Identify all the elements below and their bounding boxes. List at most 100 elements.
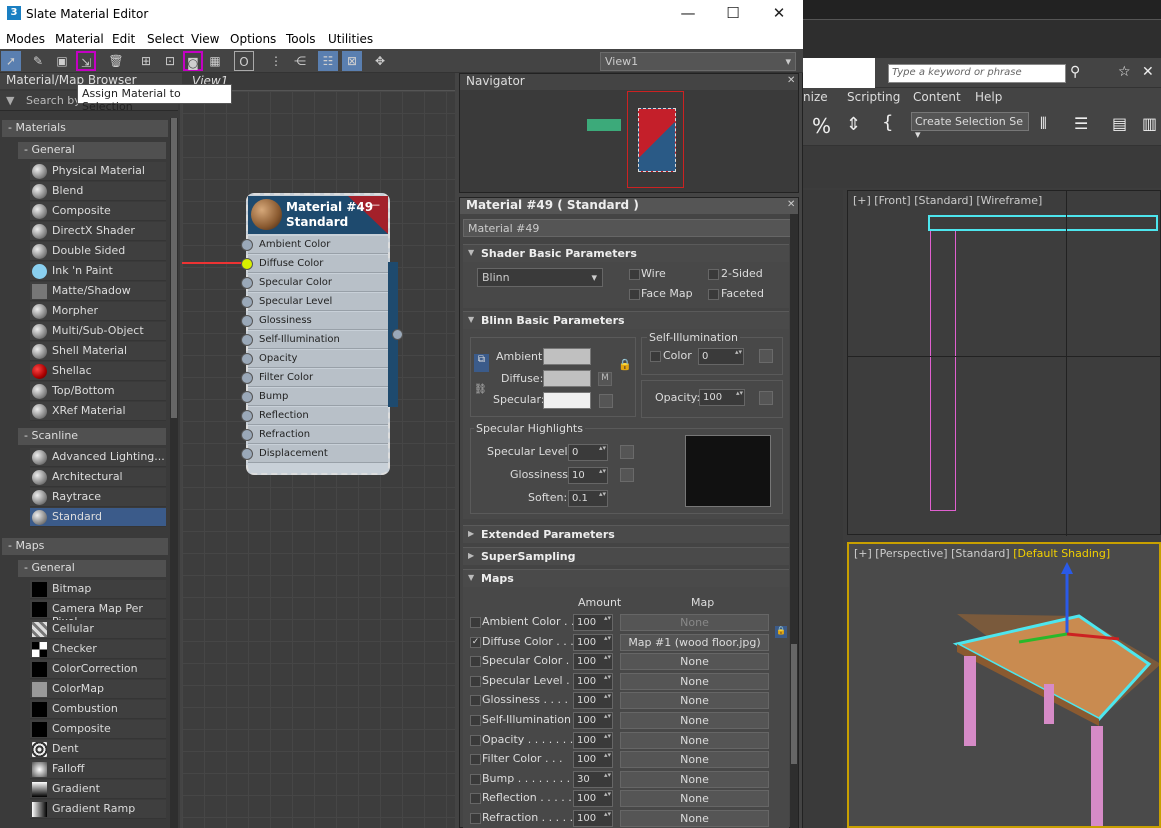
chevron-down-icon[interactable]: ▼ — [6, 94, 14, 107]
parameter-editor-icon[interactable]: ⊠ — [342, 51, 362, 71]
input-socket[interactable] — [241, 334, 253, 346]
show-shaded-material-icon[interactable]: ◙ — [183, 51, 203, 71]
browser-item[interactable]: Shell Material — [30, 342, 166, 361]
map-amount-spinner[interactable]: 100 — [573, 731, 613, 749]
binoculars-icon[interactable]: ⚲ — [1070, 64, 1080, 80]
map-amount-spinner[interactable]: 100 — [573, 672, 613, 690]
collapse-icon[interactable]: — — [369, 198, 380, 211]
padlock-icon[interactable]: 🔒 — [618, 358, 632, 371]
map-slot-button[interactable]: None — [620, 653, 769, 671]
specular-color-swatch[interactable] — [543, 392, 591, 409]
node-slot[interactable]: Diffuse Color — [248, 255, 388, 273]
map-amount-spinner[interactable]: 100 — [573, 614, 613, 631]
map-slot-button[interactable]: Map #1 (wood floor.jpg) — [620, 633, 769, 651]
materials-group-header[interactable]: - Materials — [2, 120, 168, 137]
diffuse-map-button[interactable]: M — [598, 372, 612, 386]
menu-item[interactable]: nize — [803, 90, 828, 104]
map-enable-checkbox[interactable] — [470, 734, 481, 746]
glossiness-spinner[interactable]: 10 — [568, 467, 608, 484]
ambient-color-swatch[interactable] — [543, 348, 591, 365]
map-slot-button[interactable]: None — [620, 672, 769, 690]
input-socket[interactable] — [241, 258, 253, 270]
node-slot[interactable]: Glossiness — [248, 312, 388, 330]
maps-rollout-header[interactable]: ▼ Maps — [463, 569, 789, 587]
map-enable-checkbox[interactable] — [470, 773, 481, 785]
maps-lock-icon[interactable]: 🔒 — [775, 626, 787, 638]
menu-modes[interactable]: Modes — [6, 32, 45, 46]
perspective-viewport[interactable]: [+] [Perspective] [Standard] [Default Sh… — [847, 542, 1161, 828]
browser-item[interactable]: Advanced Lighting... — [30, 448, 166, 467]
browser-item[interactable]: DirectX Shader — [30, 222, 166, 241]
shader-type-dropdown[interactable]: Blinn ▾ — [477, 268, 603, 287]
menu-select[interactable]: Select — [147, 32, 184, 46]
faceted-checkbox[interactable] — [708, 289, 719, 300]
close-window-icon[interactable]: ✕ — [756, 2, 802, 26]
map-amount-spinner[interactable]: 100 — [573, 751, 613, 769]
minimize-icon[interactable]: — — [665, 2, 711, 26]
browser-item[interactable]: Dent — [30, 740, 166, 759]
browser-item[interactable]: Gradient Ramp — [30, 800, 166, 819]
map-enable-checkbox[interactable] — [470, 813, 481, 824]
browser-scrollbar[interactable] — [170, 118, 178, 828]
browser-item[interactable]: Composite — [30, 720, 166, 739]
browser-item[interactable]: ColorMap — [30, 680, 166, 699]
backlight-icon[interactable]: O — [234, 51, 254, 71]
map-slot-button[interactable]: None — [620, 751, 769, 769]
supersampling-rollout-header[interactable]: ▶ SuperSampling — [463, 547, 789, 565]
browser-item[interactable]: Camera Map Per Pixel — [30, 600, 166, 628]
menu-view[interactable]: View — [191, 32, 219, 46]
link-icon[interactable]: ⛓ — [474, 384, 487, 395]
browser-item[interactable]: Morpher — [30, 302, 166, 321]
input-socket[interactable] — [241, 315, 253, 327]
opacity-spinner[interactable]: 100 — [699, 389, 745, 406]
soften-spinner[interactable]: 0.1 — [568, 490, 608, 507]
node-slot[interactable]: Reflection — [248, 407, 388, 425]
diffuse-color-swatch[interactable] — [543, 370, 591, 387]
map-enable-checkbox[interactable] — [470, 656, 481, 668]
mirror-icon[interactable]: ⫴ — [1040, 114, 1047, 134]
shader-rollout-header[interactable]: ▼ Shader Basic Parameters — [463, 244, 789, 262]
spec-level-spinner[interactable]: 0 — [568, 444, 608, 461]
material-name-field[interactable]: Material #49 — [463, 219, 794, 237]
browser-item[interactable]: Standard — [30, 508, 166, 527]
input-socket[interactable] — [241, 410, 253, 422]
edit-named-selection-icon[interactable]: { — [882, 112, 893, 133]
input-socket[interactable] — [241, 372, 253, 384]
pick-material-icon[interactable]: ✎ — [28, 51, 48, 71]
map-enable-checkbox[interactable] — [470, 793, 481, 805]
spinner-snap-icon[interactable]: ⇕ — [846, 114, 861, 135]
scroll-thumb[interactable] — [791, 644, 797, 764]
layout-all-icon[interactable]: ⋮ — [266, 51, 286, 71]
map-slot-button[interactable]: None — [620, 810, 769, 827]
select-by-material-icon[interactable]: ⊡ — [160, 51, 180, 71]
node-slot[interactable]: Specular Color — [248, 274, 388, 292]
browser-item[interactable]: Top/Bottom — [30, 382, 166, 401]
menu-help[interactable]: Help — [975, 90, 1002, 104]
spec-level-map-button[interactable] — [620, 445, 634, 459]
self-illum-color-checkbox[interactable] — [650, 351, 661, 362]
input-socket[interactable] — [241, 277, 253, 289]
scroll-thumb[interactable] — [171, 118, 177, 418]
map-slot-button[interactable]: None — [620, 790, 769, 808]
map-slot-button[interactable]: None — [620, 614, 769, 631]
node-slot[interactable]: Filter Color — [248, 369, 388, 387]
browser-item[interactable]: Checker — [30, 640, 166, 659]
map-amount-spinner[interactable]: 100 — [573, 633, 613, 651]
menu-content[interactable]: Content — [913, 90, 961, 104]
map-enable-checkbox[interactable] — [470, 715, 481, 726]
maximize-icon[interactable]: ☐ — [710, 2, 756, 26]
put-to-scene-icon[interactable]: ▣ — [52, 51, 72, 71]
map-slot-button[interactable]: None — [620, 712, 769, 729]
browser-item[interactable]: Falloff — [30, 760, 166, 779]
face-map-checkbox[interactable] — [629, 289, 640, 300]
map-enable-checkbox[interactable] — [470, 695, 481, 707]
input-socket[interactable] — [241, 353, 253, 365]
select-tool-icon[interactable]: ➚ — [1, 51, 21, 71]
node-header[interactable]: Material #49 Standard — — [248, 196, 388, 234]
view-select-dropdown[interactable]: View1 ▾ — [600, 52, 796, 71]
general-group-header[interactable]: - General — [18, 142, 166, 159]
self-illum-spinner[interactable]: 0 — [698, 348, 744, 365]
input-socket[interactable] — [241, 239, 253, 251]
input-socket[interactable] — [241, 448, 253, 460]
browser-item[interactable]: Cellular — [30, 620, 166, 639]
